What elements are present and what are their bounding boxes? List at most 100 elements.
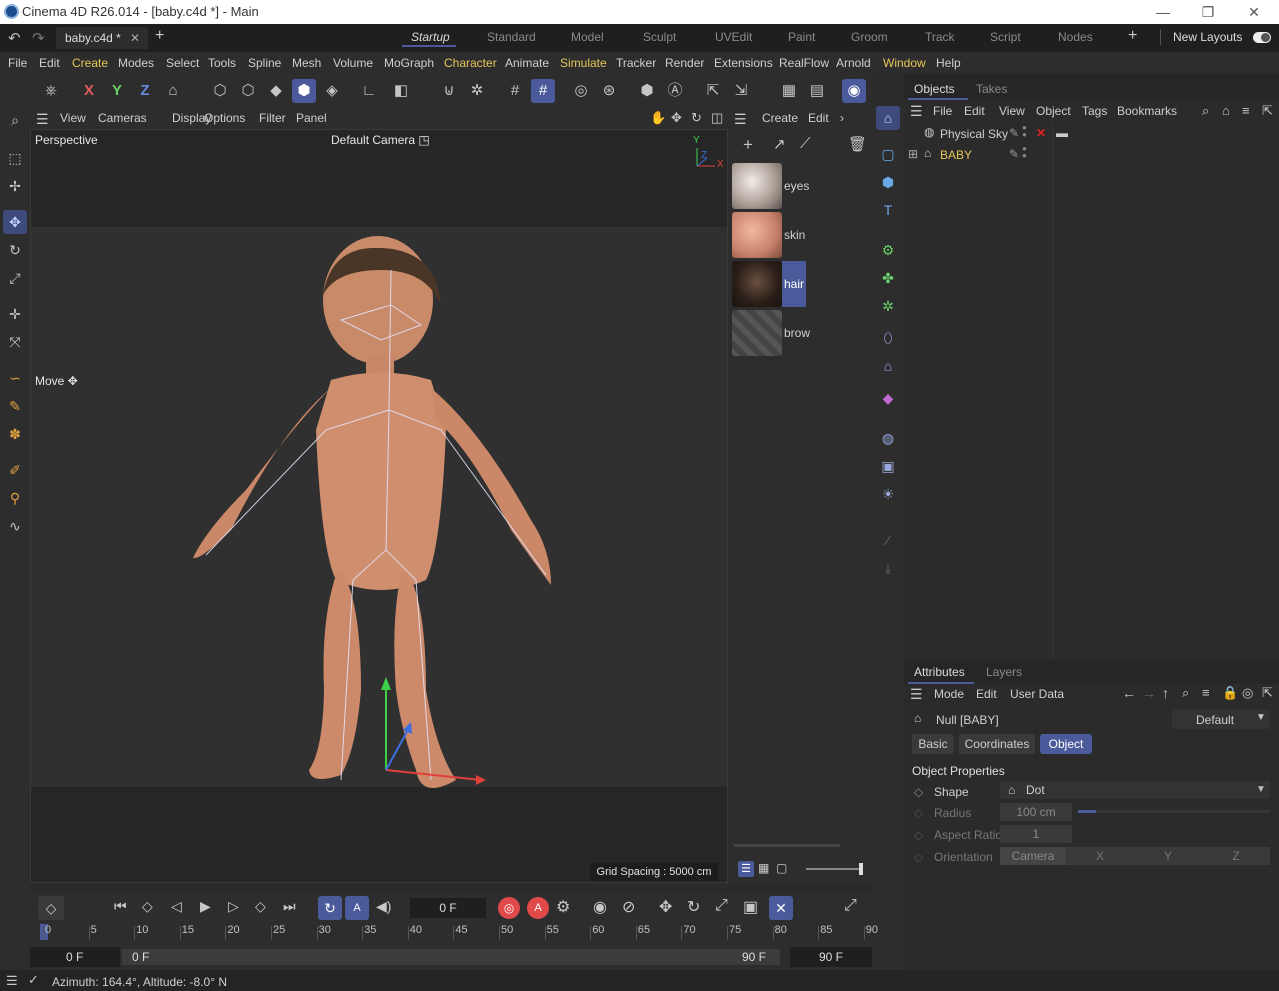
material-hair-label[interactable]: hair xyxy=(784,277,804,291)
menu-tracker[interactable]: Tracker xyxy=(616,56,656,70)
orientation-camera[interactable]: Camera xyxy=(1000,847,1066,865)
end-frame-field[interactable]: 90 F xyxy=(790,947,872,967)
orientation-x[interactable]: X xyxy=(1066,847,1134,865)
timeline-window-icon[interactable]: ⤢ xyxy=(844,897,857,915)
menu-create[interactable]: Create xyxy=(72,56,108,70)
autokey-icon[interactable]: Ⓐ xyxy=(663,79,687,103)
doc-tab-close-icon[interactable]: ✕ xyxy=(130,31,140,45)
objects-home-icon[interactable]: ⌂ xyxy=(1222,103,1230,118)
visibility-dots-icon[interactable]: ● ● xyxy=(1022,145,1027,160)
snap-icon[interactable]: ⊍ xyxy=(437,79,461,103)
sketch-tool-icon[interactable]: ✎ xyxy=(3,394,27,418)
keyframe-diamond-icon[interactable]: ◇ xyxy=(914,806,923,820)
knife-icon[interactable]: ⚲ xyxy=(3,486,27,510)
attr-search-icon[interactable]: ⌕ xyxy=(1182,685,1189,701)
keyframe-diamond-icon[interactable]: ◇ xyxy=(914,850,923,864)
primitive-icon[interactable]: ⬢ xyxy=(876,170,900,194)
material-hair-swatch[interactable] xyxy=(732,261,782,307)
attr-menu-user-data[interactable]: User Data xyxy=(1010,687,1064,701)
loop-icon[interactable]: ↻ xyxy=(318,896,342,920)
material-brow-swatch[interactable] xyxy=(732,310,782,356)
preset-dropdown[interactable]: Default ▼ xyxy=(1172,710,1270,729)
material-hamburger-icon[interactable]: ☰ xyxy=(734,111,747,128)
motion-record-icon[interactable]: ◉ xyxy=(593,897,607,917)
viewport-menu-view[interactable]: View xyxy=(60,111,86,125)
objects-hamburger-icon[interactable]: ☰ xyxy=(910,103,923,120)
objects-menu-object[interactable]: Object xyxy=(1036,104,1071,118)
spline-smooth-icon[interactable]: ✽ xyxy=(3,422,27,446)
picture-viewer-icon[interactable]: ◉ xyxy=(842,79,866,103)
material-menu-create[interactable]: Create xyxy=(762,111,798,125)
prev-key-icon[interactable]: ◇ xyxy=(142,898,153,915)
current-frame-field[interactable]: 0 F xyxy=(410,898,486,918)
edit-icon[interactable]: ✎ xyxy=(1009,126,1019,140)
playback-rate-icon[interactable]: A xyxy=(345,896,369,920)
objects-search-icon[interactable]: ⌕ xyxy=(1202,103,1209,119)
menu-mograph[interactable]: MoGraph xyxy=(384,56,434,70)
play-icon[interactable]: ▶ xyxy=(200,898,211,915)
menu-modes[interactable]: Modes xyxy=(118,56,154,70)
add-doc-button[interactable]: + xyxy=(155,27,164,45)
up-arrow-icon[interactable]: ↑ xyxy=(1162,685,1169,701)
objects-filter-icon[interactable]: ≡ xyxy=(1242,103,1250,118)
material-skin-swatch[interactable] xyxy=(732,212,782,258)
export-selected-icon[interactable]: ⇲ xyxy=(729,79,753,103)
edit-icon[interactable]: ✎ xyxy=(1009,147,1019,161)
edges-mode-icon[interactable]: ⬡ xyxy=(236,79,260,103)
menu-simulate[interactable]: Simulate xyxy=(560,56,607,70)
lock-y-button[interactable]: Y xyxy=(105,79,129,103)
restore-button[interactable]: ❐ xyxy=(1198,2,1218,22)
subtab-object[interactable]: Object xyxy=(1040,734,1092,754)
render-view-icon[interactable]: ▦ xyxy=(777,79,801,103)
layout-tab-script[interactable]: Script xyxy=(990,30,1021,44)
large-view-icon[interactable]: ▢ xyxy=(776,861,787,875)
material-brow-label[interactable]: brow xyxy=(784,326,810,340)
coordinate-system-icon[interactable]: ⎈ xyxy=(39,79,63,103)
menu-arnold[interactable]: Arnold xyxy=(836,56,871,70)
model-mode-icon[interactable]: ⬢ xyxy=(292,79,316,103)
maximize-view-icon[interactable]: ◫ xyxy=(711,110,723,126)
objects-menu-edit[interactable]: Edit xyxy=(964,104,985,118)
polygons-mode-icon[interactable]: ◆ xyxy=(264,79,288,103)
lock-icon[interactable]: 🔒 xyxy=(1222,685,1238,701)
lock-x-button[interactable]: X xyxy=(77,79,101,103)
next-frame-icon[interactable]: ▷ xyxy=(228,898,239,915)
layouts-toggle[interactable] xyxy=(1253,32,1271,43)
orientation-z[interactable]: Z xyxy=(1202,847,1270,865)
objects-menu-view[interactable]: View xyxy=(999,104,1025,118)
symmetry-icon[interactable]: ⊛ xyxy=(597,79,621,103)
viewport-menu-options[interactable]: Options xyxy=(204,111,245,125)
baby-model[interactable] xyxy=(31,130,728,883)
menu-render[interactable]: Render xyxy=(665,56,704,70)
keyframe-diamond-icon[interactable]: ◇ xyxy=(914,785,923,799)
spline-icon[interactable]: ⌂ xyxy=(876,354,900,378)
material-menu-more-icon[interactable]: › xyxy=(840,111,844,125)
material-skin-label[interactable]: skin xyxy=(784,228,805,242)
object-row-physical-sky[interactable]: ◍ Physical Sky ✎ ● ● ✕ ▬ xyxy=(904,124,1279,144)
material-menu-edit[interactable]: Edit xyxy=(808,111,829,125)
radius-slider[interactable] xyxy=(1078,810,1270,813)
keyframe-diamond-icon[interactable]: ◇ xyxy=(914,828,923,842)
cloner-icon[interactable]: ✤ xyxy=(876,266,900,290)
tag-icon[interactable]: ▬ xyxy=(1056,126,1068,140)
keyframe-icon[interactable]: ◇ xyxy=(38,896,64,920)
delete-material-icon[interactable]: 🗑 xyxy=(848,135,867,153)
field-icon[interactable]: ⬯ xyxy=(876,326,900,350)
object-name-physical-sky[interactable]: Physical Sky xyxy=(940,127,1008,141)
placement-tool-icon[interactable]: ⤧ xyxy=(3,330,27,354)
tweak-mode-icon[interactable]: ◧ xyxy=(389,79,413,103)
grid-icon[interactable]: # xyxy=(503,79,527,103)
shape-dropdown[interactable]: ⌂ Dot ▼ xyxy=(1000,781,1270,799)
soft-selection-icon[interactable]: ◎ xyxy=(569,79,593,103)
axis-mode-icon[interactable]: ∟ xyxy=(357,79,381,103)
move-view-icon[interactable]: ✥ xyxy=(671,110,682,126)
rotate-view-icon[interactable]: ↻ xyxy=(691,110,702,126)
subtab-basic[interactable]: Basic xyxy=(912,734,954,754)
layout-tab-track[interactable]: Track xyxy=(925,30,955,44)
key-rotation-icon[interactable]: ↻ xyxy=(687,897,700,917)
target-icon[interactable]: ◎ xyxy=(1242,685,1253,701)
radius-field[interactable]: 100 cm xyxy=(1000,803,1072,821)
forward-arrow-icon[interactable]: → xyxy=(1142,685,1156,701)
status-hamburger-icon[interactable]: ☰ xyxy=(6,973,18,989)
menu-volume[interactable]: Volume xyxy=(333,56,373,70)
